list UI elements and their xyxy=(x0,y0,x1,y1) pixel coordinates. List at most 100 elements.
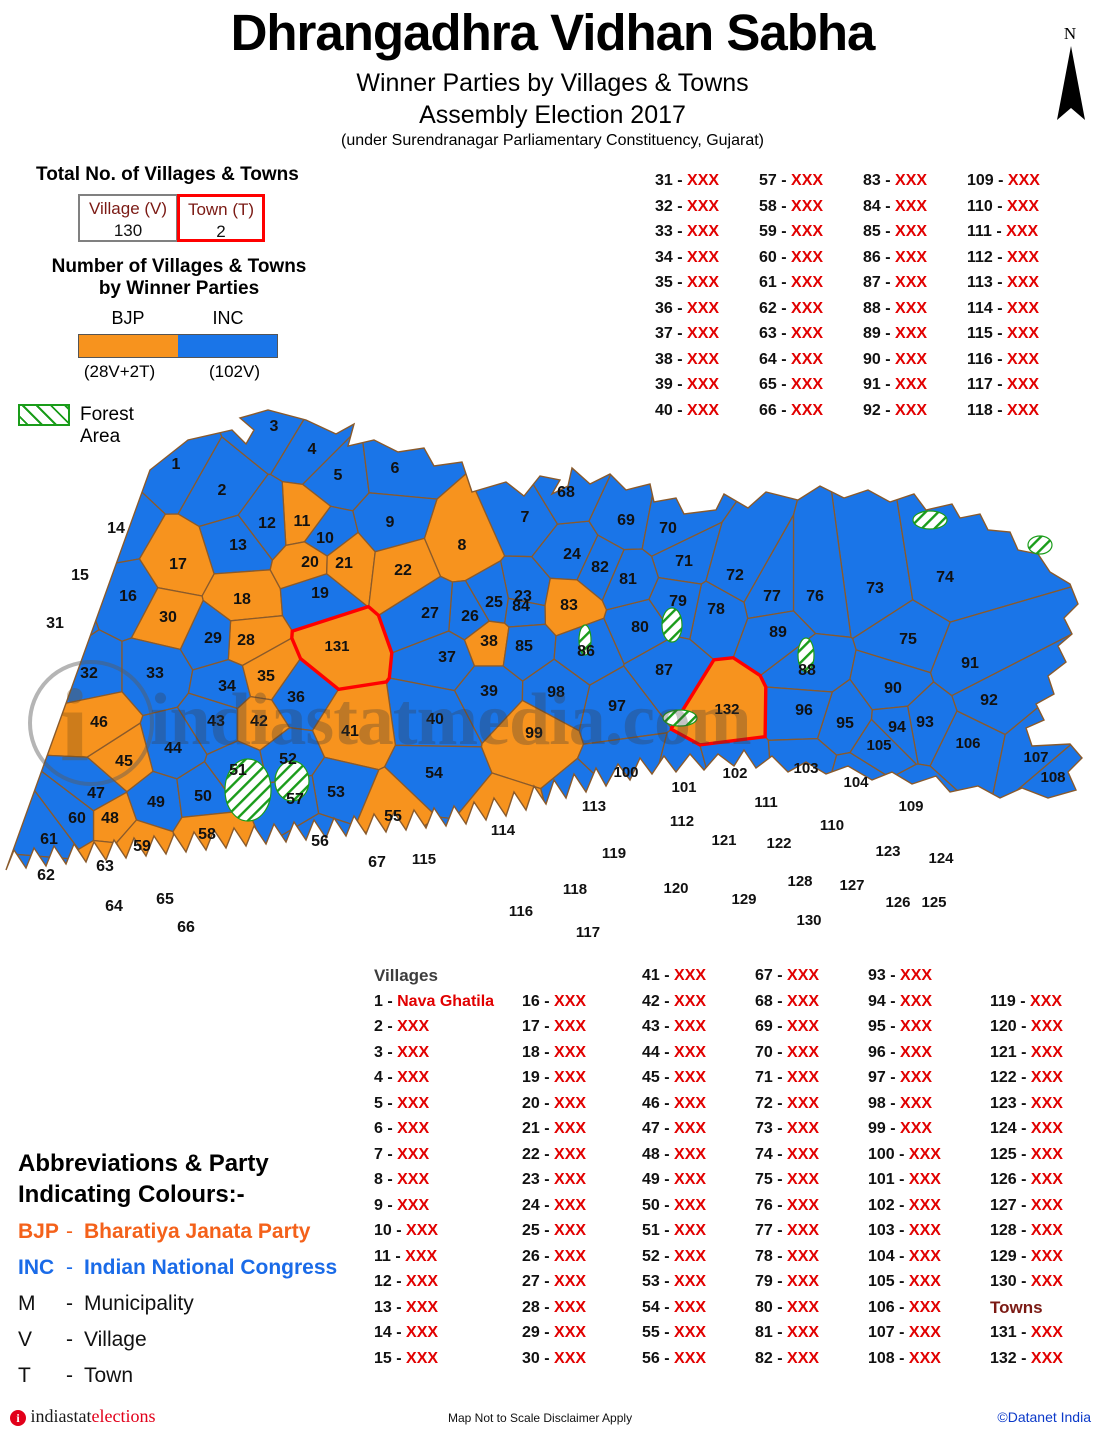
village-index-name: XXX xyxy=(908,1196,941,1214)
village-index-name: XXX xyxy=(1030,1247,1063,1265)
village-index-name: XXX xyxy=(397,1069,430,1086)
village-index-number: 87 - xyxy=(863,274,896,291)
village-index-number: 3 - xyxy=(374,1043,398,1061)
village-index-number: 62 - xyxy=(759,299,792,317)
village-index-number: 14 - xyxy=(374,1324,407,1341)
village-index-entry: 54 - XXX xyxy=(642,1295,755,1321)
village-index-entry: 80 - XXX xyxy=(755,1295,868,1321)
village-index-entry: 82 - XXX xyxy=(755,1346,868,1372)
map-region-label-27: 27 xyxy=(421,605,439,622)
map-region-15[interactable] xyxy=(0,475,115,613)
village-index-name: XXX xyxy=(908,1349,941,1367)
map-region-label-58: 58 xyxy=(198,826,216,843)
legend-bjp-swatch xyxy=(79,335,178,357)
village-index-name: XXX xyxy=(554,992,587,1010)
map-region-120[interactable] xyxy=(626,851,714,960)
map-region-label-120: 120 xyxy=(663,880,688,897)
village-index-number: 9 - xyxy=(374,1196,398,1214)
map-region-126[interactable] xyxy=(859,873,916,960)
village-index-number: 99 - xyxy=(868,1120,901,1137)
map-region-125[interactable] xyxy=(916,877,1105,960)
village-index-entry: 64 - XXX xyxy=(759,347,863,373)
village-index-number: 21 - xyxy=(522,1120,555,1137)
map-region-129[interactable] xyxy=(698,863,779,960)
map-region-label-115: 115 xyxy=(412,851,436,868)
village-index-name: XXX xyxy=(895,248,928,266)
abbreviation-code: INC xyxy=(18,1256,55,1279)
village-index-entry: 97 - XXX xyxy=(868,1065,990,1091)
map-region-58[interactable] xyxy=(172,810,264,895)
abbreviation-text: Village xyxy=(84,1328,147,1351)
map-region-115[interactable] xyxy=(398,816,477,960)
map-region-label-81: 81 xyxy=(619,571,637,588)
village-index-name: XXX xyxy=(554,1145,587,1163)
village-index-number: 105 - xyxy=(868,1273,909,1290)
village-index-column: 93 - XXX 94 - XXX 95 - XXX 96 - XXX 97 - XXX… xyxy=(868,963,990,1371)
village-index-number: 75 - xyxy=(755,1171,788,1188)
map-region-64[interactable] xyxy=(48,880,144,960)
map-region-label-36: 36 xyxy=(287,689,305,706)
map-region-label-9: 9 xyxy=(386,514,395,531)
abbreviation-row: INC - Indian National Congress xyxy=(18,1251,368,1287)
village-index-number: 37 - xyxy=(655,325,688,342)
map-region-label-14: 14 xyxy=(107,520,125,537)
village-index-name: XXX xyxy=(791,274,824,291)
village-index-number: 82 - xyxy=(755,1349,788,1367)
map-region-label-96: 96 xyxy=(795,702,813,719)
village-index-number: 100 - xyxy=(868,1145,909,1163)
village-index-entry: 34 - XXX xyxy=(655,245,759,271)
village-index-entry: 102 - XXX xyxy=(868,1193,990,1219)
map-region-label-60: 60 xyxy=(68,810,86,827)
village-index-entry: 93 - XXX xyxy=(868,963,990,989)
village-index-entry: 61 - XXX xyxy=(759,270,863,296)
village-index-number: 65 - xyxy=(759,376,792,393)
map-region-label-1: 1 xyxy=(172,456,181,473)
village-index-column: 119 - XXX 120 - XXX 121 - XXX 122 - XXX 123 … xyxy=(990,963,1100,1371)
map-region-label-38: 38 xyxy=(480,633,498,650)
choropleth-map[interactable]: 1 2 3 4 5 6 7 8 9 10 11 12 13 14 15 16 17 18 19 20 21 22 23 24 2… xyxy=(0,405,1105,960)
map-region-label-94: 94 xyxy=(888,719,906,736)
village-index-number: 2 - xyxy=(374,1018,398,1035)
village-index-entry: 50 - XXX xyxy=(642,1193,755,1219)
village-index-name: XXX xyxy=(554,1222,587,1239)
abbreviation-code: V xyxy=(18,1328,33,1351)
map-region-label-6: 6 xyxy=(391,460,400,477)
map-region-116[interactable] xyxy=(431,864,557,960)
town-count-label: Town (T) xyxy=(187,200,255,219)
village-index-number: 22 - xyxy=(522,1145,555,1163)
village-index-number: 33 - xyxy=(655,223,688,240)
footer: i indiastatelections Map Not to Scale Di… xyxy=(0,1404,1105,1436)
village-index-name: XXX xyxy=(787,1145,820,1163)
abbreviation-code: BJP xyxy=(18,1220,59,1243)
village-index-number: 103 - xyxy=(868,1222,909,1239)
indiastat-logo[interactable]: i indiastatelections xyxy=(10,1406,155,1427)
village-index-name: XXX xyxy=(908,1247,941,1265)
village-index-entry: 76 - XXX xyxy=(755,1193,868,1219)
map-region-label-118: 118 xyxy=(563,881,587,898)
map-region-label-44: 44 xyxy=(164,740,182,757)
map-region-label-80: 80 xyxy=(631,619,649,636)
village-index-name: XXX xyxy=(1007,248,1040,266)
village-index-number: 43 - xyxy=(642,1018,675,1035)
village-index-entry: 47 - XXX xyxy=(642,1116,755,1142)
map-region-label-20: 20 xyxy=(301,554,319,571)
village-index-name: XXX xyxy=(397,1196,430,1214)
village-index-entry: 78 - XXX xyxy=(755,1244,868,1270)
map-region-label-108: 108 xyxy=(1040,769,1065,786)
village-index-name: XXX xyxy=(908,1298,941,1316)
village-index-name: XXX xyxy=(674,1222,707,1239)
map-region-65[interactable] xyxy=(135,860,215,937)
village-index-name: XXX xyxy=(791,197,824,215)
village-index-number: 51 - xyxy=(642,1222,675,1239)
village-index-number: 89 - xyxy=(863,325,896,342)
map-region-label-11: 11 xyxy=(294,513,311,530)
map-region-label-83: 83 xyxy=(560,597,578,614)
map-region-127[interactable] xyxy=(824,850,882,937)
map-region-14[interactable] xyxy=(0,405,167,565)
village-index-name: XXX xyxy=(908,1324,941,1341)
village-index-name: XXX xyxy=(1030,1043,1063,1061)
map-region-label-88: 88 xyxy=(798,662,816,679)
village-index-number: 101 - xyxy=(868,1171,909,1188)
village-index-name: XXX xyxy=(895,350,928,368)
village-index-number: 38 - xyxy=(655,350,688,368)
